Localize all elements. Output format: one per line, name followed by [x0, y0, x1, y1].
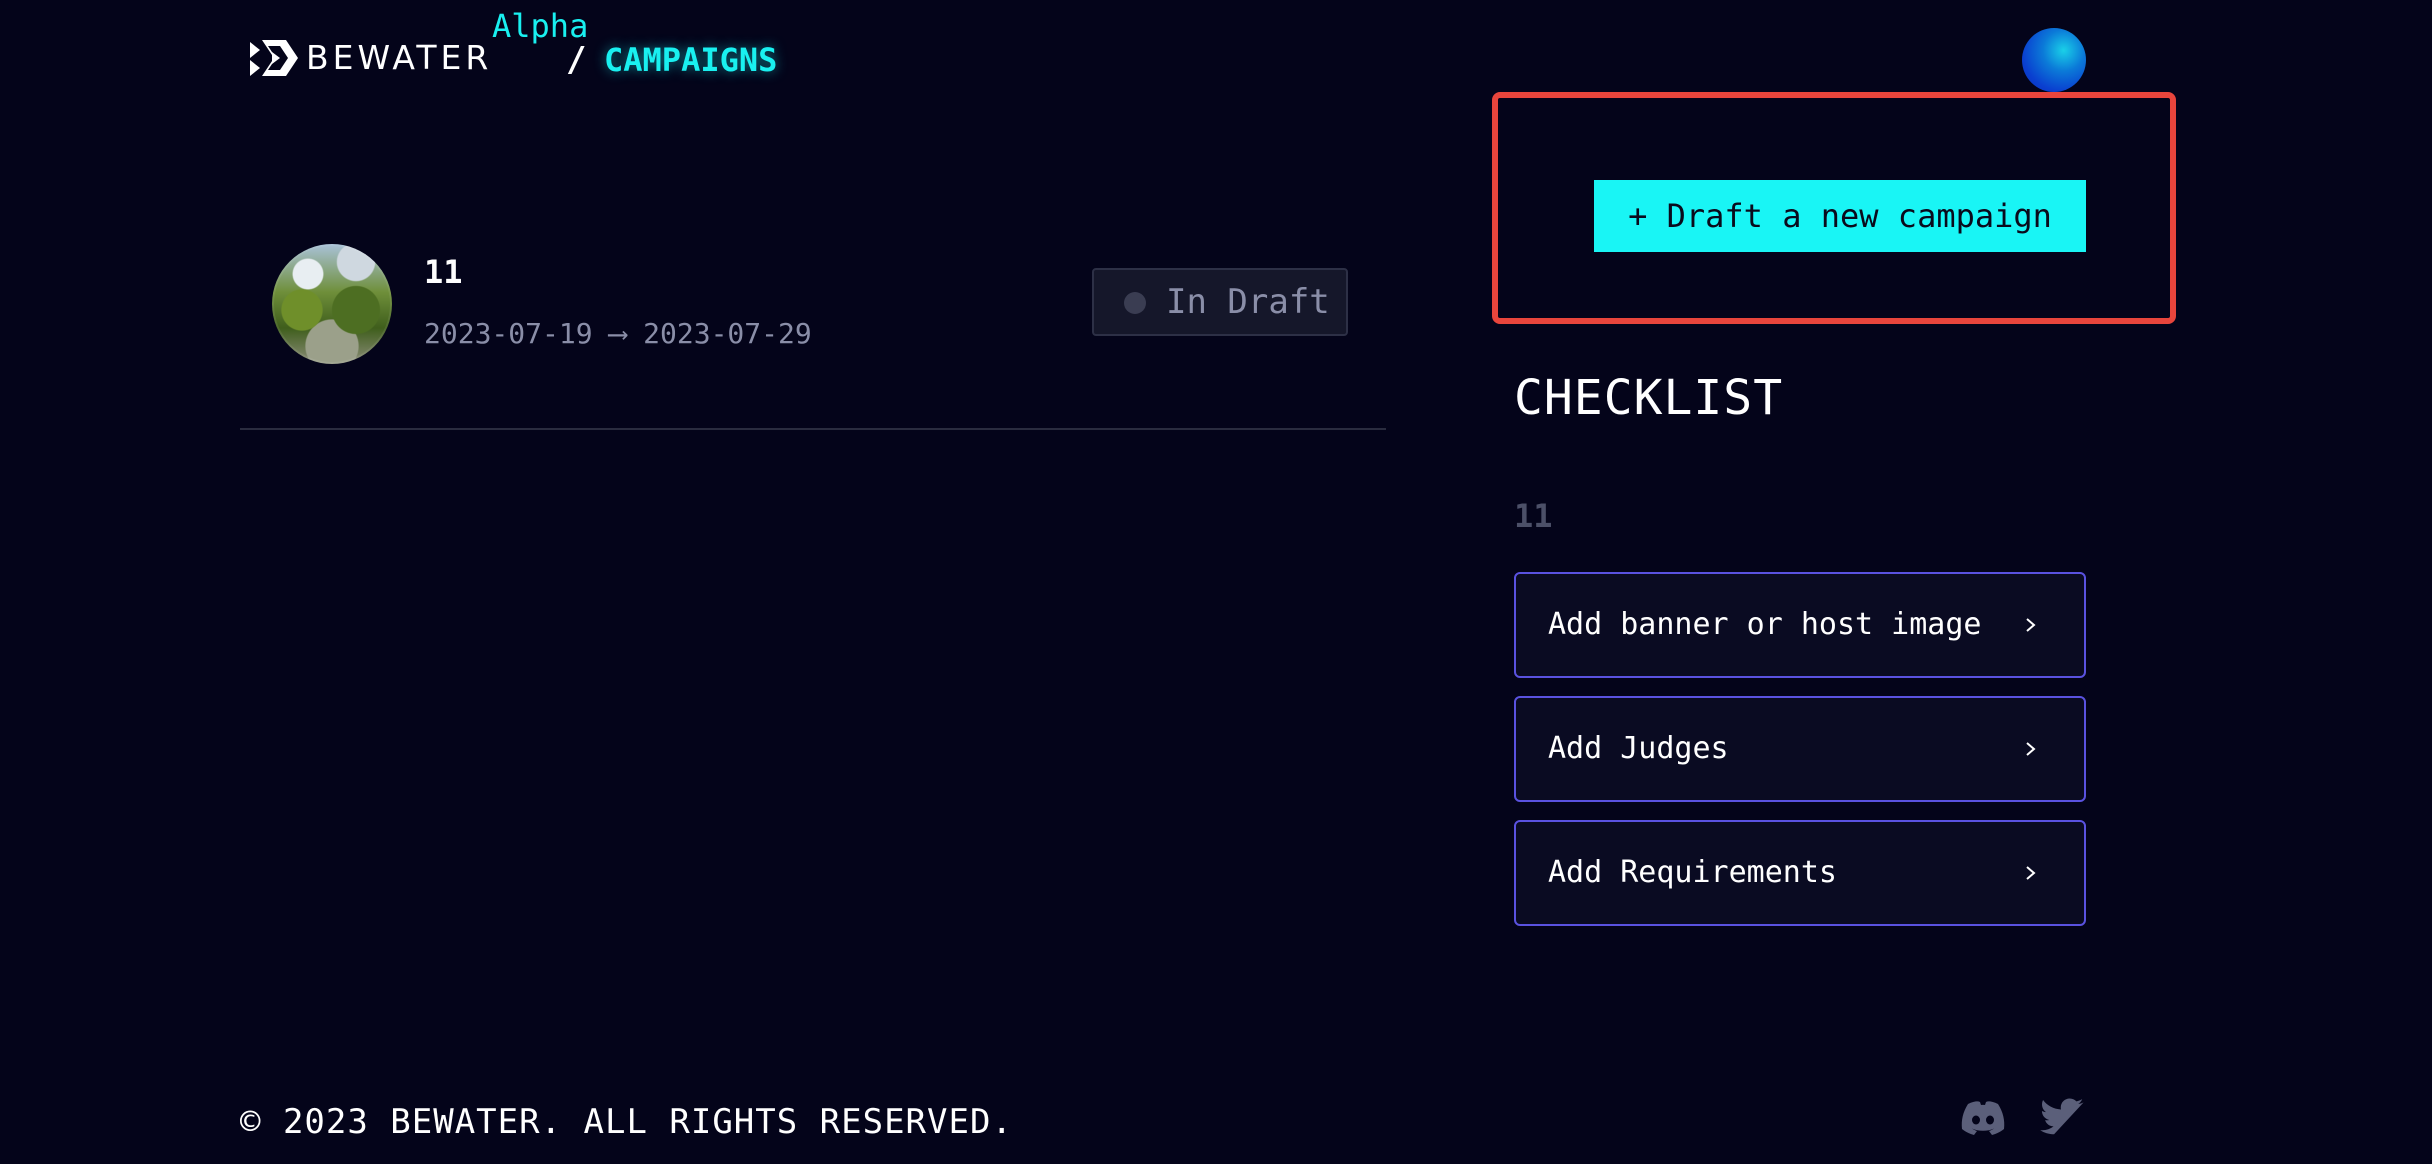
checklist-title: CHECKLIST — [1514, 370, 1784, 426]
status-badge: In Draft — [1092, 268, 1348, 336]
user-avatar[interactable] — [2022, 28, 2086, 92]
chevron-right-icon — [2026, 866, 2036, 880]
breadcrumb-campaigns[interactable]: CAMPAIGNS — [604, 40, 777, 80]
status-label: In Draft — [1166, 282, 1330, 322]
footer-copyright: © 2023 BEWATER. ALL RIGHTS RESERVED. — [240, 1102, 1013, 1142]
brand-name[interactable]: BEWATER — [306, 38, 492, 78]
bewater-logo-icon[interactable] — [246, 36, 300, 80]
checklist-item-label: Add banner or host image — [1548, 607, 1982, 642]
checklist-item-requirements[interactable]: Add Requirements — [1514, 820, 2086, 926]
checklist-item-judges[interactable]: Add Judges — [1514, 696, 2086, 802]
campaign-dates: 2023-07-19 ⟶ 2023-07-29 — [424, 317, 812, 350]
checklist-item-banner[interactable]: Add banner or host image — [1514, 572, 2086, 678]
twitter-icon[interactable] — [2040, 1098, 2086, 1138]
chevron-right-icon — [2026, 742, 2036, 756]
checklist-campaign-name: 11 — [1514, 497, 1553, 535]
draft-new-campaign-button[interactable]: + Draft a new campaign — [1594, 180, 2086, 252]
campaign-list-item[interactable]: 11 2023-07-19 ⟶ 2023-07-29 In Draft — [240, 230, 1386, 430]
discord-icon[interactable] — [1958, 1098, 2008, 1138]
campaign-title: 11 — [424, 253, 463, 291]
checklist-item-label: Add Judges — [1548, 731, 1729, 766]
status-dot-icon — [1124, 292, 1146, 314]
campaigns-page: BEWATER Alpha / CAMPAIGNS 11 2023-07-19 … — [0, 0, 2432, 1164]
chevron-right-icon — [2026, 618, 2036, 632]
breadcrumb-separator: / — [566, 40, 587, 80]
checklist-item-label: Add Requirements — [1548, 855, 1837, 890]
campaign-thumbnail — [272, 244, 392, 364]
